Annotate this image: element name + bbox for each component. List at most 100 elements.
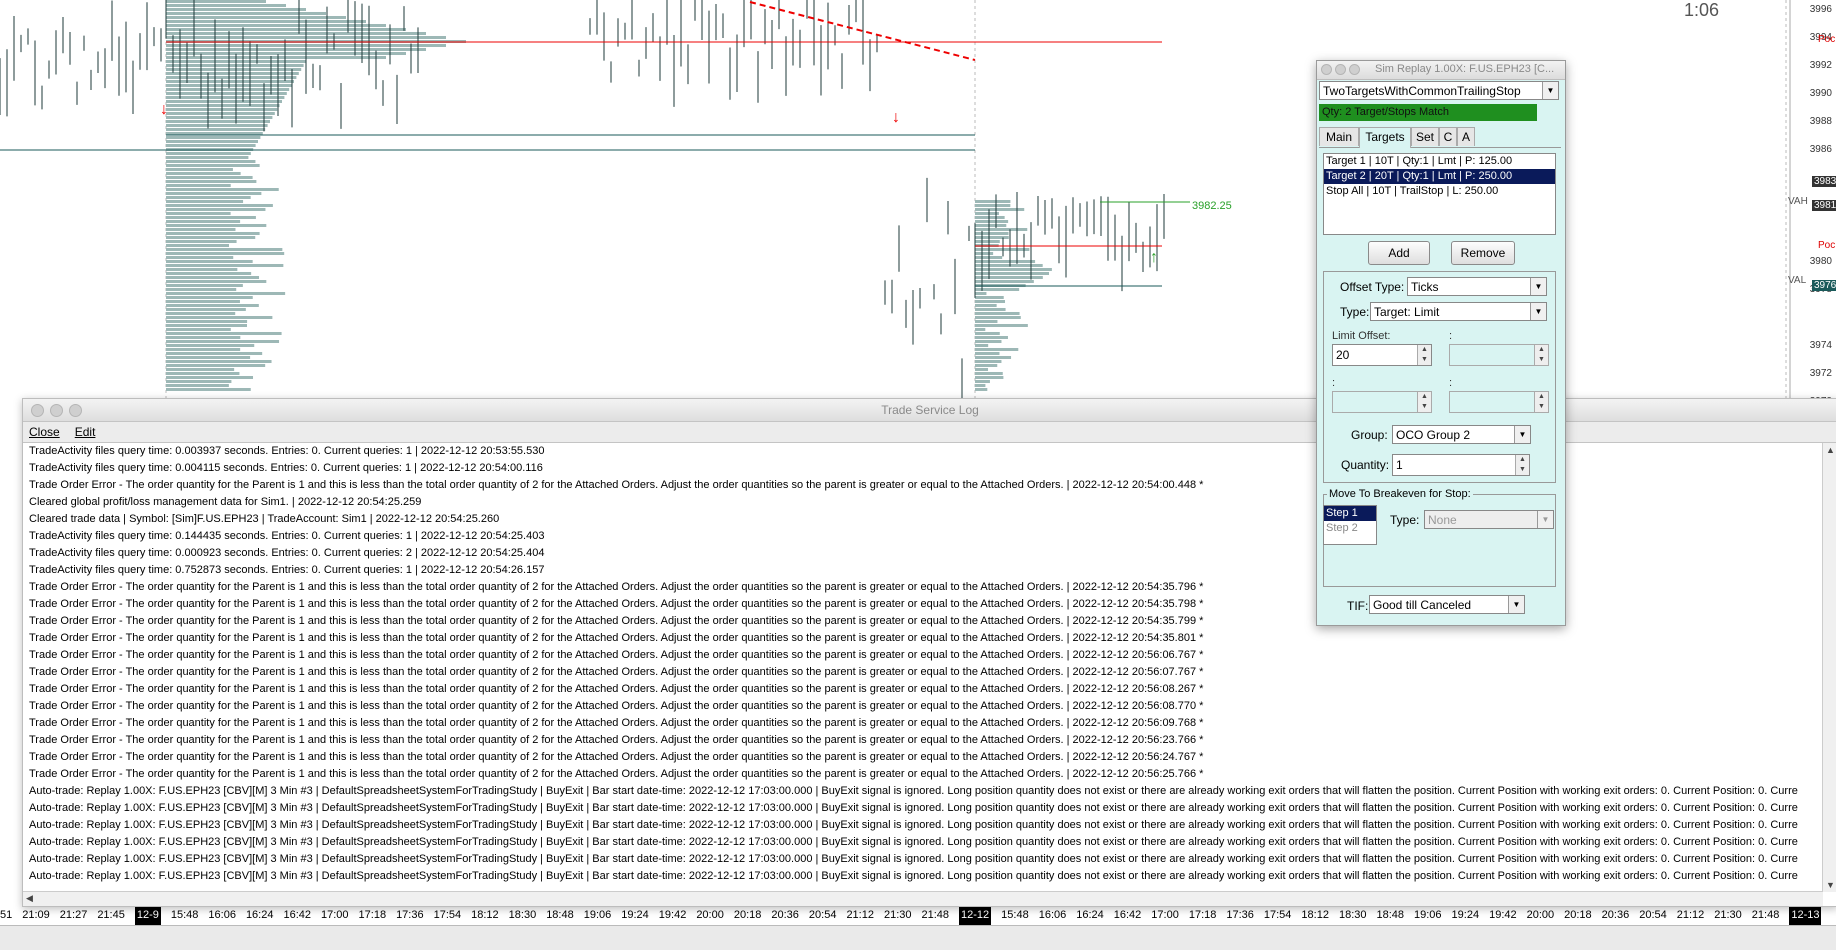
volume-profile-bar: [166, 240, 237, 243]
volume-profile-bar: [975, 228, 1028, 231]
time-tick-label: 19:42: [658, 909, 687, 921]
log-line[interactable]: Trade Order Error - The order quantity f…: [29, 630, 1823, 647]
volume-profile-bar: [166, 8, 306, 11]
volume-profile-bar: [166, 356, 251, 359]
stepper-arrows-icon[interactable]: ▲ ▼: [1534, 345, 1548, 365]
time-tick-label: 18:12: [1301, 909, 1329, 921]
time-tick-label: 20:36: [1601, 909, 1630, 921]
volume-profile-bar: [166, 336, 241, 339]
volume-profile-bar: [166, 172, 241, 175]
stepper-arrows-icon[interactable]: ▲ ▼: [1534, 392, 1548, 412]
volume-profile-bar: [975, 348, 1019, 351]
sell-arrow: ↓: [160, 101, 168, 118]
target-item-stop[interactable]: Stop All | 10T | TrailStop | L: 250.00: [1324, 184, 1555, 199]
time-tick-label: 20:54: [1639, 909, 1667, 921]
log-line[interactable]: Trade Order Error - The order quantity f…: [29, 766, 1823, 783]
stepper-arrows-icon[interactable]: ▲ ▼: [1417, 392, 1431, 412]
log-line[interactable]: Trade Order Error - The order quantity f…: [29, 732, 1823, 749]
tab-targets[interactable]: Targets: [1359, 127, 1411, 148]
log-line[interactable]: Trade Order Error - The order quantity f…: [29, 698, 1823, 715]
sim-close-icon[interactable]: [1321, 64, 1332, 75]
menu-edit[interactable]: Edit: [69, 422, 102, 442]
volume-profile-bar: [166, 268, 238, 271]
chevron-down-icon: ▼: [1537, 511, 1553, 528]
sim-replay-window[interactable]: Sim Replay 1.00X: F.US.EPH23 [C... TwoTa…: [1316, 60, 1566, 626]
time-tick-label: 21:48: [921, 909, 950, 921]
log-line[interactable]: Auto-trade: Replay 1.00X: F.US.EPH23 [CB…: [29, 783, 1823, 800]
order-status-bar: Qty: 2 Target/Stops Match: [1319, 104, 1537, 121]
field-separator: :: [1449, 377, 1453, 389]
chart-tabs-bar[interactable]: [0, 925, 1836, 950]
limit-offset-stepper[interactable]: 20 ▲ ▼: [1332, 344, 1432, 366]
strategy-select[interactable]: TwoTargetsWithCommonTrailingStop ▼: [1319, 81, 1559, 100]
log-line[interactable]: Auto-trade: Replay 1.00X: F.US.EPH23 [CB…: [29, 868, 1823, 885]
breakeven-steps-list[interactable]: Step 1 Step 2: [1323, 505, 1377, 545]
scroll-down-icon[interactable]: ▼: [1826, 880, 1835, 890]
time-tick-label: 17:36: [1226, 909, 1254, 921]
order-type-select[interactable]: Target: Limit ▼: [1370, 302, 1547, 321]
time-tick-label: 17:54: [1263, 909, 1292, 921]
volume-profile-bar: [975, 220, 1009, 223]
volume-profile-bar: [166, 252, 285, 255]
log-line[interactable]: Trade Order Error - The order quantity f…: [29, 647, 1823, 664]
volume-profile-bar: [166, 180, 257, 183]
stepper-arrows-icon[interactable]: ▲ ▼: [1515, 455, 1529, 475]
quantity-stepper[interactable]: 1 ▲ ▼: [1392, 454, 1530, 476]
log-line[interactable]: Trade Order Error - The order quantity f…: [29, 749, 1823, 766]
step-type-select[interactable]: None ▼: [1424, 510, 1554, 529]
tif-select[interactable]: Good till Canceled ▼: [1369, 595, 1525, 614]
volume-profile-bar: [975, 224, 1007, 227]
volume-profile-bar: [975, 260, 1036, 263]
stepper-arrows-icon[interactable]: ▲ ▼: [1417, 345, 1431, 365]
volume-profile-bar: [975, 204, 1011, 207]
time-tick-label: 20:00: [696, 909, 724, 921]
volume-profile-bar: [975, 332, 1000, 335]
volume-profile-bar: [166, 388, 251, 391]
remove-button[interactable]: Remove: [1451, 241, 1515, 265]
oco-group-select[interactable]: OCO Group 2 ▼: [1392, 425, 1531, 444]
offset-stepper-4[interactable]: ▲ ▼: [1449, 391, 1549, 413]
log-line[interactable]: Auto-trade: Replay 1.00X: F.US.EPH23 [CB…: [29, 817, 1823, 834]
price-tick-label: 3992: [1809, 60, 1832, 71]
log-line[interactable]: Trade Order Error - The order quantity f…: [29, 664, 1823, 681]
quantity-label: Quantity:: [1341, 458, 1390, 472]
targets-list[interactable]: Target 1 | 10T | Qty:1 | Lmt | P: 125.00…: [1323, 153, 1556, 235]
add-button[interactable]: Add: [1368, 241, 1430, 265]
volume-profile-bar: [166, 192, 262, 195]
target-item-1[interactable]: Target 1 | 10T | Qty:1 | Lmt | P: 125.00: [1324, 154, 1555, 169]
log-line[interactable]: Auto-trade: Replay 1.00X: F.US.EPH23 [CB…: [29, 834, 1823, 851]
step-item-1[interactable]: Step 1: [1324, 506, 1376, 521]
log-vertical-scrollbar[interactable]: ▲ ▼: [1822, 443, 1836, 892]
offset-stepper-3[interactable]: ▲ ▼: [1332, 391, 1432, 413]
volume-profile-bar: [166, 256, 234, 259]
offset-stepper-2[interactable]: ▲ ▼: [1449, 344, 1549, 366]
strategy-value: TwoTargetsWithCommonTrailingStop: [1323, 84, 1521, 98]
tab-main[interactable]: Main: [1319, 127, 1359, 146]
log-line[interactable]: Auto-trade: Replay 1.00X: F.US.EPH23 [CB…: [29, 800, 1823, 817]
menu-close[interactable]: Close: [23, 422, 66, 442]
volume-profile-bar: [166, 296, 253, 299]
volume-profile-bar: [166, 120, 270, 123]
tab-c[interactable]: C: [1439, 127, 1457, 146]
chevron-down-icon: ▼: [1514, 426, 1530, 443]
field-separator: :: [1332, 377, 1336, 389]
tab-set[interactable]: Set: [1411, 127, 1439, 146]
sim-minimize-icon[interactable]: [1335, 64, 1346, 75]
scroll-left-icon[interactable]: ◀: [26, 893, 33, 904]
sim-maximize-icon[interactable]: [1349, 64, 1360, 75]
scroll-up-icon[interactable]: ▲: [1826, 445, 1835, 455]
volume-profile-bar: [166, 200, 244, 203]
sim-titlebar[interactable]: Sim Replay 1.00X: F.US.EPH23 [C...: [1317, 61, 1565, 80]
volume-profile-bar: [166, 216, 256, 219]
log-line[interactable]: Trade Order Error - The order quantity f…: [29, 715, 1823, 732]
log-line[interactable]: Trade Order Error - The order quantity f…: [29, 681, 1823, 698]
time-tick-label: 19:42: [1489, 909, 1517, 921]
step-item-2[interactable]: Step 2: [1324, 521, 1376, 536]
offset-type-select[interactable]: Ticks ▼: [1407, 277, 1547, 296]
log-line[interactable]: Auto-trade: Replay 1.00X: F.US.EPH23 [CB…: [29, 851, 1823, 868]
time-tick-label: 17:36: [396, 909, 424, 921]
tab-a[interactable]: A: [1457, 127, 1475, 146]
log-horizontal-scrollbar[interactable]: ◀: [23, 891, 1823, 906]
target-item-2[interactable]: Target 2 | 20T | Qty:1 | Lmt | P: 250.00: [1324, 169, 1555, 184]
type-label: Type:: [1340, 305, 1370, 319]
